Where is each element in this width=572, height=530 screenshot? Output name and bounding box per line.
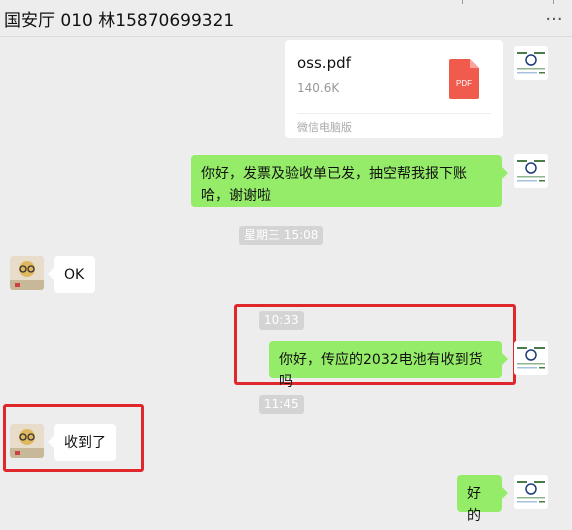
- message-text: 你好，发票及验收单已发，抽空帮我报下账哈，谢谢啦: [201, 166, 467, 204]
- sent-message-battery[interactable]: 你好，传应的2032电池有收到货吗: [269, 341, 508, 390]
- window-control-mark: [462, 0, 463, 4]
- file-divider: [297, 113, 491, 114]
- chat-area: oss.pdf 140.6K PDF 微信电脑版 你好，发票及验收单已发，抽空帮…: [0, 37, 572, 530]
- my-avatar-image: [514, 341, 548, 375]
- timestamp: 星期三 15:08: [239, 226, 324, 245]
- contact-avatar-image: [10, 256, 44, 290]
- my-avatar[interactable]: [514, 154, 548, 188]
- timestamp: 11:45: [259, 395, 304, 414]
- timestamp: 10:33: [259, 311, 304, 330]
- title-bar: 国安厅 010 林15870699321 ···: [0, 0, 572, 37]
- pdf-icon: PDF: [449, 59, 479, 99]
- file-source: 微信电脑版: [297, 121, 352, 134]
- file-message-card[interactable]: oss.pdf 140.6K PDF 微信电脑版: [285, 40, 503, 138]
- sent-message-ok[interactable]: 好的: [457, 475, 508, 524]
- message-text: OK: [64, 267, 85, 283]
- received-message-confirm[interactable]: 收到了: [48, 424, 116, 461]
- my-avatar[interactable]: [514, 341, 548, 375]
- pdf-icon-label: PDF: [456, 79, 472, 88]
- received-message-ok[interactable]: OK: [48, 256, 95, 293]
- my-avatar-image: [514, 154, 548, 188]
- file-name: oss.pdf: [297, 54, 351, 72]
- my-avatar[interactable]: [514, 46, 548, 80]
- sent-message-invoice[interactable]: 你好，发票及验收单已发，抽空帮我报下账哈，谢谢啦: [191, 155, 508, 207]
- contact-avatar[interactable]: [10, 256, 44, 290]
- window-control-mark: [553, 0, 554, 4]
- message-text: 收到了: [64, 435, 106, 451]
- my-avatar[interactable]: [514, 475, 548, 509]
- more-icon[interactable]: ···: [544, 8, 564, 30]
- my-avatar-image: [514, 46, 548, 80]
- file-size: 140.6K: [297, 81, 340, 95]
- message-text: 好的: [467, 486, 481, 524]
- my-avatar-image: [514, 475, 548, 509]
- chat-title: 国安厅 010 林15870699321: [4, 11, 235, 31]
- contact-avatar[interactable]: [10, 424, 44, 458]
- contact-avatar-image: [10, 424, 44, 458]
